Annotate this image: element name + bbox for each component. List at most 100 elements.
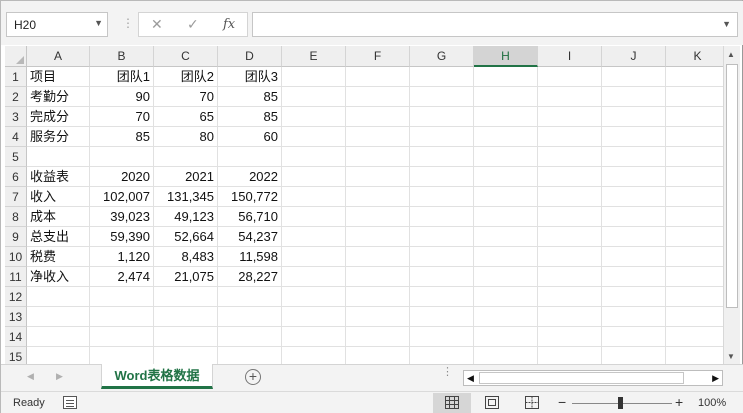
cell-c12[interactable] bbox=[154, 287, 218, 307]
next-sheet-icon[interactable]: ▶ bbox=[56, 371, 63, 382]
cell-a4[interactable]: 服务分 bbox=[27, 127, 90, 147]
plus-circle-icon[interactable]: + bbox=[245, 369, 261, 385]
row-header-14[interactable]: 14 bbox=[5, 327, 27, 347]
cell-i7[interactable] bbox=[538, 187, 602, 207]
cell-f6[interactable] bbox=[346, 167, 410, 187]
column-header-c[interactable]: C bbox=[154, 46, 218, 67]
cell-i6[interactable] bbox=[538, 167, 602, 187]
cell-k8[interactable] bbox=[666, 207, 723, 227]
cell-j12[interactable] bbox=[602, 287, 666, 307]
row-header-12[interactable]: 12 bbox=[5, 287, 27, 307]
expand-formula-icon[interactable]: ▼ bbox=[722, 19, 731, 29]
scroll-left-icon[interactable]: ◀ bbox=[467, 373, 474, 384]
cell-c9[interactable]: 52,664 bbox=[154, 227, 218, 247]
cell-a14[interactable] bbox=[27, 327, 90, 347]
cell-a10[interactable]: 税费 bbox=[27, 247, 90, 267]
cell-d2[interactable]: 85 bbox=[218, 87, 282, 107]
cell-k12[interactable] bbox=[666, 287, 723, 307]
cell-d12[interactable] bbox=[218, 287, 282, 307]
cell-j1[interactable] bbox=[602, 67, 666, 87]
row-header-13[interactable]: 13 bbox=[5, 307, 27, 327]
cell-a15[interactable] bbox=[27, 347, 90, 364]
column-header-b[interactable]: B bbox=[90, 46, 154, 67]
horizontal-scroll-thumb[interactable] bbox=[479, 372, 684, 384]
cell-g7[interactable] bbox=[410, 187, 474, 207]
cell-e4[interactable] bbox=[282, 127, 346, 147]
name-box[interactable]: H20 ▼ bbox=[6, 12, 108, 37]
cell-c2[interactable]: 70 bbox=[154, 87, 218, 107]
cell-f13[interactable] bbox=[346, 307, 410, 327]
cell-d7[interactable]: 150,772 bbox=[218, 187, 282, 207]
cell-j5[interactable] bbox=[602, 147, 666, 167]
cell-e10[interactable] bbox=[282, 247, 346, 267]
cell-b15[interactable] bbox=[90, 347, 154, 364]
cell-e1[interactable] bbox=[282, 67, 346, 87]
cell-c1[interactable]: 团队2 bbox=[154, 67, 218, 87]
cell-k5[interactable] bbox=[666, 147, 723, 167]
cell-d1[interactable]: 团队3 bbox=[218, 67, 282, 87]
cell-g10[interactable] bbox=[410, 247, 474, 267]
vertical-scroll-thumb[interactable] bbox=[726, 64, 738, 308]
formula-input[interactable]: ▼ bbox=[252, 12, 738, 37]
cell-b7[interactable]: 102,007 bbox=[90, 187, 154, 207]
row-header-3[interactable]: 3 bbox=[5, 107, 27, 127]
cell-f12[interactable] bbox=[346, 287, 410, 307]
zoom-level[interactable]: 100% bbox=[698, 397, 726, 409]
cell-g15[interactable] bbox=[410, 347, 474, 364]
cell-e3[interactable] bbox=[282, 107, 346, 127]
previous-sheet-icon[interactable]: ◀ bbox=[27, 371, 34, 382]
cell-h13[interactable] bbox=[474, 307, 538, 327]
cell-e13[interactable] bbox=[282, 307, 346, 327]
cell-c14[interactable] bbox=[154, 327, 218, 347]
cell-i8[interactable] bbox=[538, 207, 602, 227]
cell-e15[interactable] bbox=[282, 347, 346, 364]
cell-i13[interactable] bbox=[538, 307, 602, 327]
cell-e11[interactable] bbox=[282, 267, 346, 287]
cell-a9[interactable]: 总支出 bbox=[27, 227, 90, 247]
cell-g5[interactable] bbox=[410, 147, 474, 167]
cell-k13[interactable] bbox=[666, 307, 723, 327]
cell-d9[interactable]: 54,237 bbox=[218, 227, 282, 247]
row-header-5[interactable]: 5 bbox=[5, 147, 27, 167]
column-header-g[interactable]: G bbox=[410, 46, 474, 67]
cell-d14[interactable] bbox=[218, 327, 282, 347]
cell-b6[interactable]: 2020 bbox=[90, 167, 154, 187]
cell-e7[interactable] bbox=[282, 187, 346, 207]
cell-g13[interactable] bbox=[410, 307, 474, 327]
cell-g2[interactable] bbox=[410, 87, 474, 107]
tab-splitter-icon[interactable]: ⋮ bbox=[442, 367, 453, 378]
cell-h10[interactable] bbox=[474, 247, 538, 267]
cell-b14[interactable] bbox=[90, 327, 154, 347]
cell-g9[interactable] bbox=[410, 227, 474, 247]
row-header-10[interactable]: 10 bbox=[5, 247, 27, 267]
cell-f14[interactable] bbox=[346, 327, 410, 347]
cell-c4[interactable]: 80 bbox=[154, 127, 218, 147]
cell-h15[interactable] bbox=[474, 347, 538, 364]
cell-b8[interactable]: 39,023 bbox=[90, 207, 154, 227]
cell-k2[interactable] bbox=[666, 87, 723, 107]
cell-k6[interactable] bbox=[666, 167, 723, 187]
cell-a12[interactable] bbox=[27, 287, 90, 307]
cell-g12[interactable] bbox=[410, 287, 474, 307]
cell-k15[interactable] bbox=[666, 347, 723, 364]
normal-view-button[interactable] bbox=[433, 393, 471, 413]
cell-f10[interactable] bbox=[346, 247, 410, 267]
cell-k9[interactable] bbox=[666, 227, 723, 247]
cell-g1[interactable] bbox=[410, 67, 474, 87]
cell-b3[interactable]: 70 bbox=[90, 107, 154, 127]
cell-i2[interactable] bbox=[538, 87, 602, 107]
cell-d6[interactable]: 2022 bbox=[218, 167, 282, 187]
vertical-scrollbar[interactable]: ▲ ▼ bbox=[723, 46, 740, 364]
cell-j2[interactable] bbox=[602, 87, 666, 107]
select-all-button[interactable] bbox=[5, 46, 27, 67]
cell-c13[interactable] bbox=[154, 307, 218, 327]
cell-f3[interactable] bbox=[346, 107, 410, 127]
fx-icon[interactable]: fx bbox=[223, 17, 235, 32]
cell-f15[interactable] bbox=[346, 347, 410, 364]
cell-a7[interactable]: 收入 bbox=[27, 187, 90, 207]
cell-i11[interactable] bbox=[538, 267, 602, 287]
cell-g8[interactable] bbox=[410, 207, 474, 227]
page-break-view-button[interactable] bbox=[513, 393, 551, 413]
cell-e6[interactable] bbox=[282, 167, 346, 187]
cell-j9[interactable] bbox=[602, 227, 666, 247]
